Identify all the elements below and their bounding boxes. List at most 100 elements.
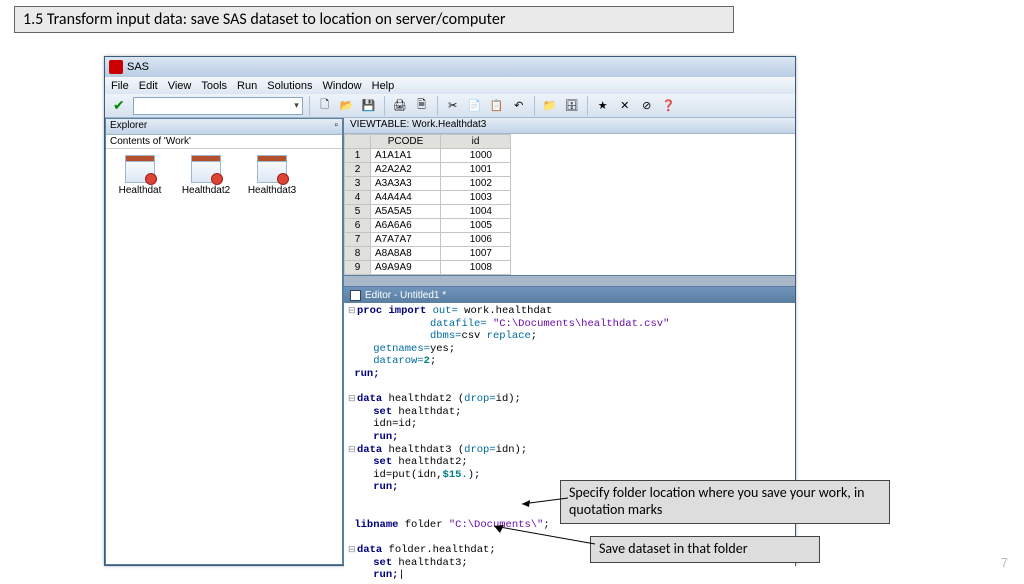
editor-title-text: Editor - Untitled1 * [365, 290, 446, 301]
table-cell[interactable]: A2A2A2 [371, 163, 441, 177]
table-row[interactable]: 6A6A6A61005 [345, 219, 511, 233]
dataset-label: Healthdat3 [248, 185, 296, 196]
paste-icon[interactable]: 📋 [488, 97, 506, 115]
menu-window[interactable]: Window [323, 80, 362, 92]
menu-help[interactable]: Help [372, 80, 395, 92]
explorer-body: Healthdat Healthdat2 Healthdat3 [106, 149, 342, 564]
table-cell[interactable]: 1000 [441, 149, 511, 163]
table-row[interactable]: 9A9A9A91008 [345, 261, 511, 275]
table-cell[interactable]: A6A6A6 [371, 219, 441, 233]
table-row[interactable]: 3A3A3A31002 [345, 177, 511, 191]
print-icon[interactable]: 🖨 [391, 97, 409, 115]
toolbar-separator [309, 96, 310, 116]
dataset-healthdat3[interactable]: Healthdat3 [244, 155, 300, 196]
table-cell[interactable]: 1005 [441, 219, 511, 233]
dataset-healthdat2[interactable]: Healthdat2 [178, 155, 234, 196]
panel-control-icon[interactable]: ▫ [334, 120, 338, 133]
table-cell[interactable]: A1A1A1 [371, 149, 441, 163]
table-cell[interactable]: 7 [345, 233, 371, 247]
toolbar: ✔ 🗋 📂 💾 🖨 🗎 ✂ 📄 📋 ↶ 📁 🗄 ★ ✕ ⊘ ❓ [105, 94, 795, 118]
editor-titlebar[interactable]: Editor - Untitled1 * [344, 287, 795, 303]
explorer-panel: Explorer ▫ Contents of 'Work' Healthdat … [105, 118, 343, 565]
table-cell[interactable]: 8 [345, 247, 371, 261]
table-cell[interactable]: 1006 [441, 233, 511, 247]
menubar: File Edit View Tools Run Solutions Windo… [105, 77, 795, 94]
col-id[interactable]: id [441, 135, 511, 149]
callout-folder-location: Specify folder location where you save y… [560, 480, 890, 524]
command-combo[interactable] [133, 97, 303, 115]
menu-tools[interactable]: Tools [201, 80, 227, 92]
col-rownum[interactable] [345, 135, 371, 149]
menu-view[interactable]: View [168, 80, 192, 92]
dataset-label: Healthdat [119, 185, 162, 196]
toolbar-separator [384, 96, 385, 116]
table-cell[interactable]: 2 [345, 163, 371, 177]
table-icon [125, 155, 155, 183]
dataset-label: Healthdat2 [182, 185, 230, 196]
menu-solutions[interactable]: Solutions [267, 80, 312, 92]
viewtable-title-text: VIEWTABLE: Work.Healthdat3 [350, 119, 486, 132]
copy-icon[interactable]: 📄 [466, 97, 484, 115]
stop-x-icon[interactable]: ✕ [616, 97, 634, 115]
toolbar-separator [534, 96, 535, 116]
table-row[interactable]: 7A7A7A71006 [345, 233, 511, 247]
col-pcode[interactable]: PCODE [371, 135, 441, 149]
table-cell[interactable]: 5 [345, 205, 371, 219]
table-row[interactable]: 5A5A5A51004 [345, 205, 511, 219]
preview-icon[interactable]: 🗎 [413, 97, 431, 115]
table-cell[interactable]: 1001 [441, 163, 511, 177]
explorer-subtitle: Contents of 'Work' [106, 135, 342, 149]
table-cell[interactable]: 1 [345, 149, 371, 163]
table-icon [191, 155, 221, 183]
table-cell[interactable]: A9A9A9 [371, 261, 441, 275]
table-cell[interactable]: A5A5A5 [371, 205, 441, 219]
table-cell[interactable]: 3 [345, 177, 371, 191]
table-cell[interactable]: 1008 [441, 261, 511, 275]
toolbar-separator [437, 96, 438, 116]
undo-icon[interactable]: ↶ [510, 97, 528, 115]
table-cell[interactable]: A4A4A4 [371, 191, 441, 205]
menu-run[interactable]: Run [237, 80, 257, 92]
sas-app-icon [109, 60, 123, 74]
table-cell[interactable]: 1004 [441, 205, 511, 219]
viewtable-grid[interactable]: PCODE id 1A1A1A110002A2A2A210013A3A3A310… [344, 134, 511, 275]
table-cell[interactable]: A3A3A3 [371, 177, 441, 191]
dataset-healthdat[interactable]: Healthdat [112, 155, 168, 196]
lib-icon[interactable]: 🗄 [563, 97, 581, 115]
table-cell[interactable]: 4 [345, 191, 371, 205]
help-icon[interactable]: ❓ [660, 97, 678, 115]
menu-edit[interactable]: Edit [139, 80, 158, 92]
editor-icon [350, 290, 361, 301]
run-icon[interactable]: ★ [594, 97, 612, 115]
app-title: SAS [127, 61, 149, 73]
table-cell[interactable]: 9 [345, 261, 371, 275]
viewtable-title: VIEWTABLE: Work.Healthdat3 [344, 118, 795, 134]
table-row[interactable]: 8A8A8A81007 [345, 247, 511, 261]
table-cell[interactable]: 6 [345, 219, 371, 233]
table-cell[interactable]: 1002 [441, 177, 511, 191]
viewtable-panel: VIEWTABLE: Work.Healthdat3 PCODE id 1A1A… [344, 118, 795, 276]
table-cell[interactable]: 1003 [441, 191, 511, 205]
explorer-icon[interactable]: 📁 [541, 97, 559, 115]
slide-title: 1.5 Transform input data: save SAS datas… [14, 6, 734, 33]
menu-file[interactable]: File [111, 80, 129, 92]
table-cell[interactable]: 1007 [441, 247, 511, 261]
cut-icon[interactable]: ✂ [444, 97, 462, 115]
page-number: 7 [1001, 555, 1008, 570]
submit-icon[interactable]: ✔ [113, 97, 125, 114]
table-cell[interactable]: A8A8A8 [371, 247, 441, 261]
explorer-title-text: Explorer [110, 120, 147, 133]
new-icon[interactable]: 🗋 [316, 97, 334, 115]
save-icon[interactable]: 💾 [360, 97, 378, 115]
table-row[interactable]: 1A1A1A11000 [345, 149, 511, 163]
table-cell[interactable]: A7A7A7 [371, 233, 441, 247]
table-header-row: PCODE id [345, 135, 511, 149]
open-icon[interactable]: 📂 [338, 97, 356, 115]
callout-save-dataset: Save dataset in that folder [590, 536, 820, 563]
stop-icon[interactable]: ⊘ [638, 97, 656, 115]
titlebar[interactable]: SAS [105, 57, 795, 77]
table-row[interactable]: 4A4A4A41003 [345, 191, 511, 205]
table-row[interactable]: 2A2A2A21001 [345, 163, 511, 177]
explorer-title: Explorer ▫ [106, 119, 342, 135]
table-icon [257, 155, 287, 183]
